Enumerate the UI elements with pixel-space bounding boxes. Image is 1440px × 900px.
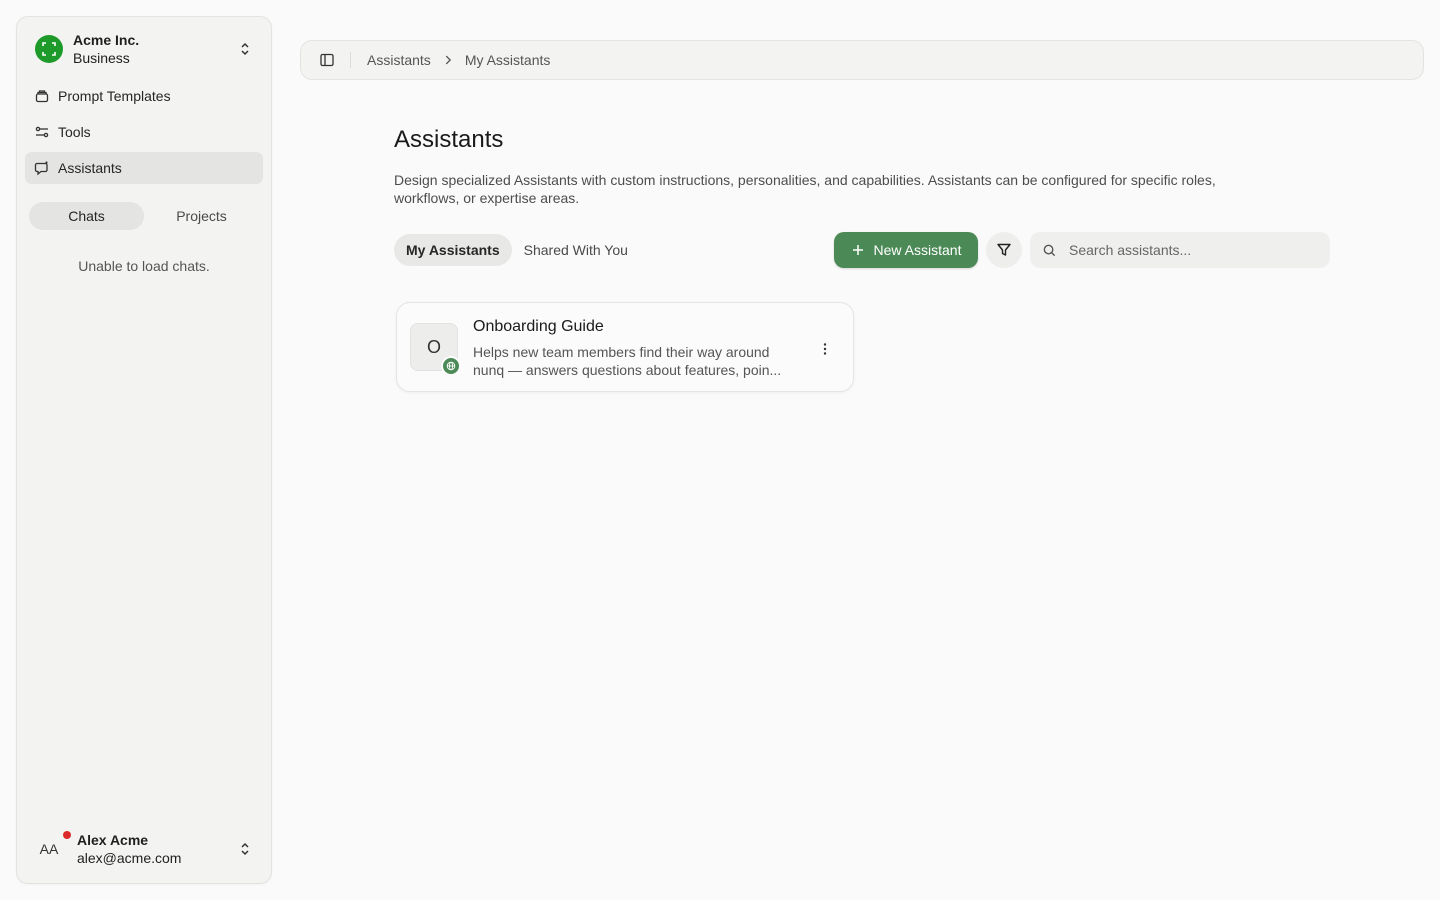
org-switcher[interactable]: Acme Inc. Business	[25, 25, 263, 73]
org-logo-icon	[35, 35, 63, 63]
user-name: Alex Acme	[77, 832, 149, 848]
sidebar-item-tools[interactable]: Tools	[25, 116, 263, 148]
tab-shared-with-you[interactable]: Shared With You	[512, 234, 640, 266]
assistant-initial: O	[426, 336, 441, 357]
tab-projects[interactable]: Projects	[144, 202, 259, 230]
breadcrumb-current: My Assistants	[464, 52, 551, 68]
tools-icon	[35, 126, 49, 138]
filter-icon	[997, 243, 1011, 256]
org-name: Acme Inc.	[73, 32, 140, 48]
org-plan: Business	[73, 50, 130, 66]
tab-chats[interactable]: Chats	[29, 202, 144, 230]
main-content: Assistants Design specialized Assistants…	[394, 124, 1330, 268]
assistants-toolbar: My Assistants Shared With You New Assist…	[394, 232, 1330, 268]
top-bar: Assistants My Assistants	[300, 40, 1424, 80]
globe-icon	[446, 361, 456, 371]
divider	[350, 52, 351, 68]
more-options-button[interactable]	[815, 339, 835, 359]
sidebar-item-label: Tools	[58, 124, 91, 140]
chats-empty-message: Unable to load chats.	[78, 258, 210, 274]
assistant-icon	[34, 161, 48, 176]
tab-my-assistants[interactable]: My Assistants	[394, 234, 512, 266]
prompt-template-icon	[35, 90, 49, 103]
new-assistant-button[interactable]: New Assistant	[834, 232, 978, 268]
shared-badge	[441, 356, 461, 376]
search-input[interactable]	[1069, 242, 1309, 258]
assistant-name: Onboarding Guide	[473, 318, 604, 335]
chevron-up-down-icon	[241, 842, 249, 856]
plus-icon	[852, 245, 863, 255]
breadcrumb-assistants[interactable]: Assistants	[367, 52, 431, 68]
new-assistant-label: New Assistant	[873, 242, 962, 258]
sidebar-nav: Prompt Templates Tools Assistants	[25, 80, 263, 188]
filter-button[interactable]	[986, 232, 1022, 268]
sidebar-item-label: Assistants	[58, 160, 122, 176]
search-icon	[1043, 244, 1056, 256]
sidebar: Acme Inc. Business Prompt Templates Tool…	[16, 16, 272, 884]
assistant-tabs: My Assistants Shared With You	[394, 234, 640, 266]
avatar: AA	[35, 831, 71, 863]
chevron-right-icon	[445, 55, 451, 65]
user-menu[interactable]: AA Alex Acme alex@acme.com	[25, 823, 263, 875]
chats-projects-toggle: Chats Projects	[29, 202, 259, 230]
search-box	[1030, 232, 1330, 268]
sidebar-item-prompt-templates[interactable]: Prompt Templates	[25, 80, 263, 112]
sidebar-item-assistants[interactable]: Assistants	[25, 152, 263, 184]
status-dot	[63, 831, 71, 839]
assistant-card[interactable]: O Onboarding Guide Helps new team member…	[396, 302, 854, 392]
sidebar-toggle-icon[interactable]	[319, 52, 335, 68]
breadcrumb: Assistants My Assistants	[367, 52, 550, 68]
chevron-up-down-icon	[241, 42, 249, 56]
page-description: Design specialized Assistants with custo…	[394, 172, 1216, 206]
avatar-initials: AA	[39, 841, 59, 857]
assistant-description: Helps new team members find their way ar…	[473, 344, 782, 378]
sidebar-item-label: Prompt Templates	[58, 88, 171, 104]
more-vertical-icon	[823, 343, 827, 355]
user-email: alex@acme.com	[77, 850, 182, 866]
page-title: Assistants	[394, 126, 504, 153]
